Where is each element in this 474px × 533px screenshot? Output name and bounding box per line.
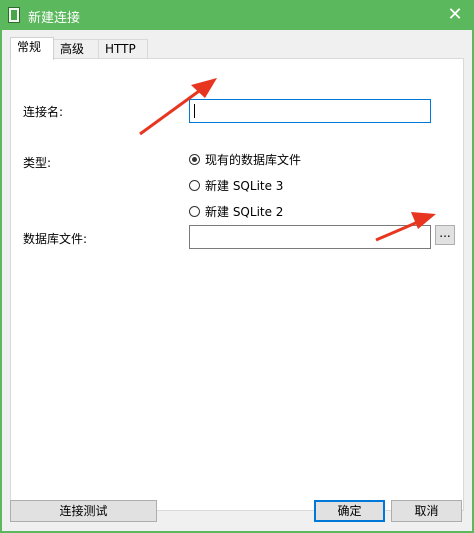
annotation-arrows [139,78,436,242]
annotation-arrow-to-browse-button [375,212,436,242]
tab-general[interactable]: 常规 [10,37,54,60]
annotation-arrow-to-name-input [139,78,217,136]
